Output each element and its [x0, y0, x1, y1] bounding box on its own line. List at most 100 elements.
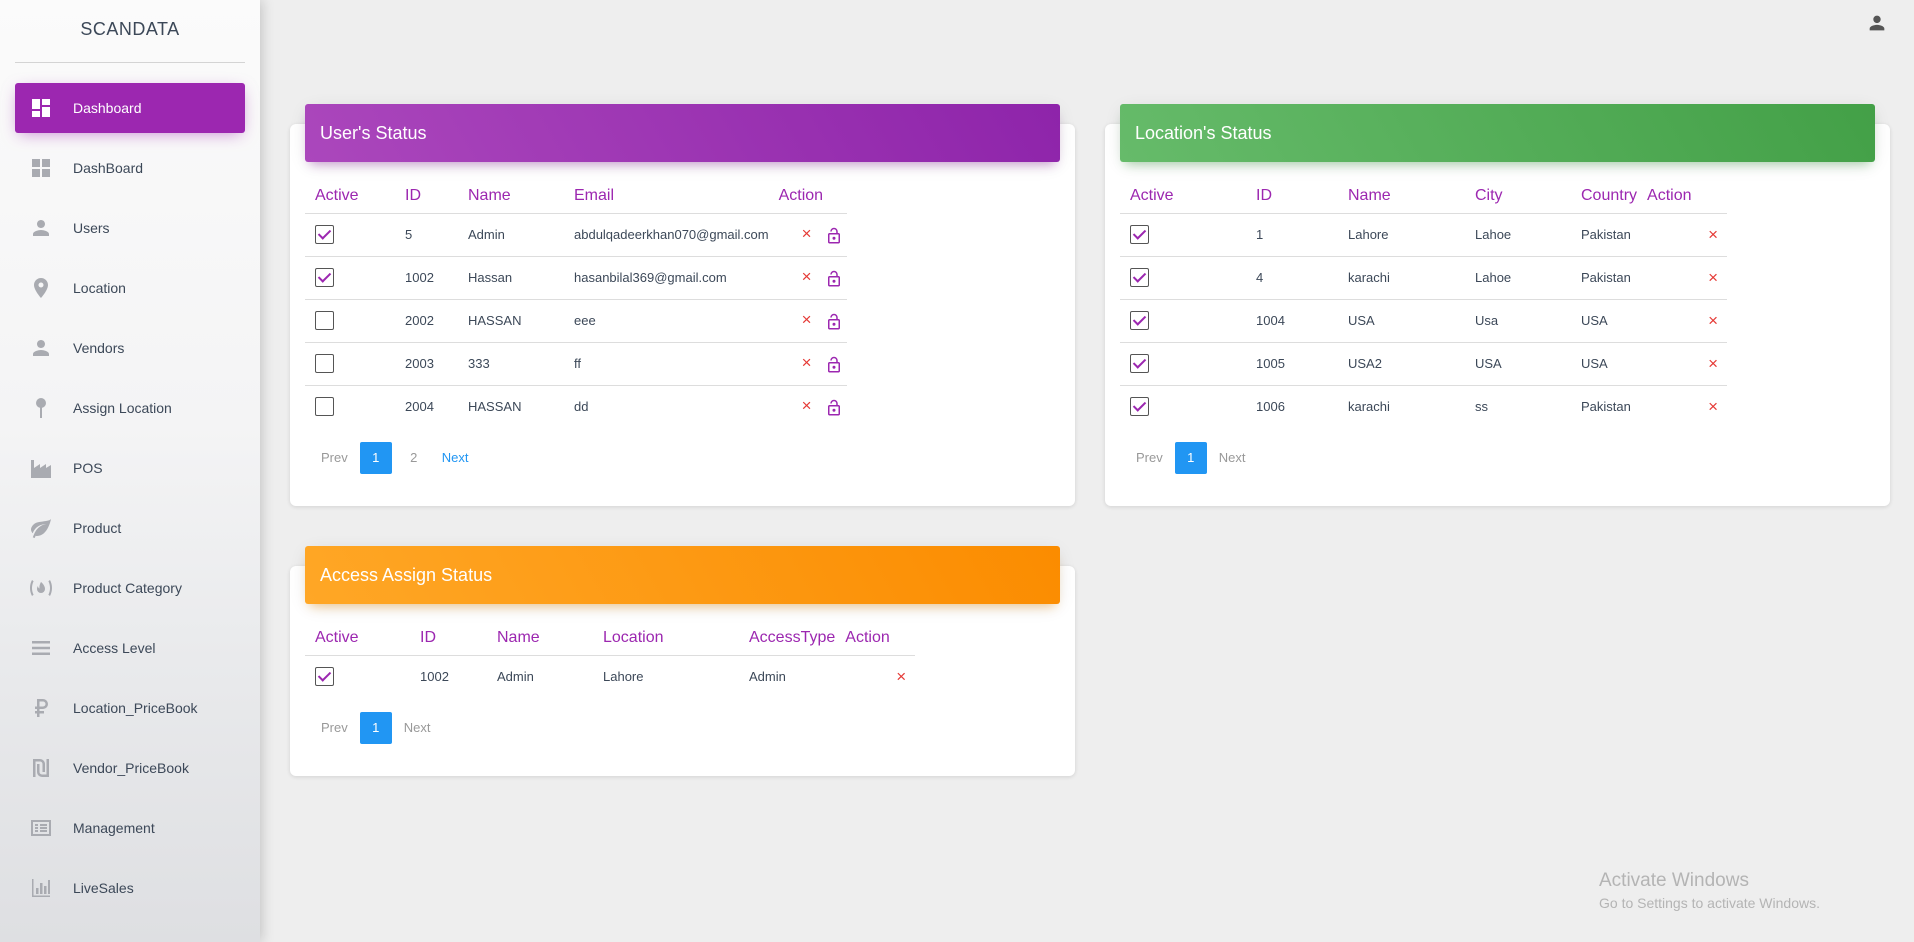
person-icon	[29, 216, 53, 240]
sidebar-item-dashboard[interactable]: Dashboard	[15, 83, 245, 133]
cell-city: Lahoe	[1465, 213, 1571, 257]
pin-icon	[29, 396, 53, 420]
sidebar-item-label: Product	[73, 520, 122, 536]
sidebar-item-vendor-pricebook[interactable]: Vendor_PriceBook	[15, 743, 245, 793]
bar-chart-icon	[29, 876, 53, 900]
active-checkbox[interactable]	[1130, 311, 1149, 330]
active-checkbox[interactable]	[315, 667, 334, 687]
cell-id: 2002	[395, 299, 458, 343]
cell-city: USA	[1465, 342, 1571, 386]
delete-icon[interactable]: ×	[1703, 397, 1723, 417]
delete-icon[interactable]: ×	[797, 396, 817, 416]
active-checkbox[interactable]	[315, 354, 334, 373]
sidebar-item-livesales[interactable]: LiveSales	[15, 863, 245, 913]
delete-icon[interactable]: ×	[1703, 354, 1723, 374]
unlock-icon[interactable]	[823, 227, 843, 245]
active-checkbox[interactable]	[315, 225, 334, 244]
table-row: 1004 USA Usa USA ×	[1120, 299, 1728, 343]
cell-country: Pakistan	[1581, 399, 1631, 415]
delete-icon[interactable]: ×	[1703, 225, 1723, 245]
cell-country: Pakistan	[1571, 213, 1638, 257]
col-name: Name	[487, 621, 593, 656]
pagination: Prev 1 2 Next	[315, 442, 480, 474]
sidebar-item-vendors[interactable]: Vendors	[15, 323, 245, 373]
active-checkbox[interactable]	[1130, 397, 1149, 417]
cell-name: Hassan	[458, 256, 564, 300]
cell-name: USA	[1338, 299, 1465, 343]
prev-button[interactable]: Prev	[315, 442, 354, 474]
watermark-subtitle: Go to Settings to activate Windows.	[1599, 895, 1820, 911]
delete-icon[interactable]: ×	[891, 667, 911, 687]
cell-name: karachi	[1348, 399, 1390, 415]
col-email: Email	[564, 179, 769, 214]
delete-icon[interactable]: ×	[797, 310, 817, 330]
col-active: Active	[305, 179, 395, 214]
sidebar-item-product-category[interactable]: Product Category	[15, 563, 245, 613]
sidebar-item-label: Location_PriceBook	[73, 700, 198, 716]
sidebar-item-location-pricebook[interactable]: Location_PriceBook	[15, 683, 245, 733]
sidebar-item-access-level[interactable]: Access Level	[15, 623, 245, 673]
shekel-icon	[29, 756, 53, 780]
delete-icon[interactable]: ×	[797, 353, 817, 373]
sidebar-item-assign-location[interactable]: Assign Location	[15, 383, 245, 433]
next-button[interactable]: Next	[436, 442, 475, 474]
prev-button[interactable]: Prev	[315, 712, 354, 744]
prev-button[interactable]: Prev	[1130, 442, 1169, 474]
cell-id: 1002	[395, 256, 458, 300]
active-checkbox[interactable]	[1130, 268, 1149, 287]
delete-icon[interactable]: ×	[1703, 311, 1723, 331]
cell-city: ss	[1475, 399, 1488, 415]
delete-icon[interactable]: ×	[1703, 268, 1723, 288]
next-button[interactable]: Next	[1213, 442, 1252, 474]
sidebar-item-label: Vendor_PriceBook	[73, 760, 189, 776]
active-checkbox[interactable]	[315, 397, 334, 417]
cell-country: Pakistan	[1571, 256, 1638, 300]
active-checkbox[interactable]	[1130, 354, 1149, 373]
active-checkbox[interactable]	[315, 311, 334, 330]
unlock-icon[interactable]	[823, 399, 843, 417]
sidebar-item-dashboard-alt[interactable]: DashBoard	[15, 143, 245, 193]
cell-name: HASSAN	[458, 299, 564, 343]
ruble-icon	[29, 696, 53, 720]
cell-id: 2004	[405, 399, 434, 415]
col-action: Action	[768, 179, 847, 214]
sidebar-item-product[interactable]: Product	[15, 503, 245, 553]
page-1-button[interactable]: 1	[1174, 442, 1207, 474]
sidebar-item-label: POS	[73, 460, 103, 476]
table-row: 5 Admin abdulqadeerkhan070@gmail.com ×	[305, 213, 847, 257]
sidebar-item-location[interactable]: Location	[15, 263, 245, 313]
cell-email: hasanbilal369@gmail.com	[564, 256, 769, 300]
table-row: 1002 Hassan hasanbilal369@gmail.com ×	[305, 256, 847, 300]
unlock-icon[interactable]	[823, 313, 843, 331]
page-1-button[interactable]: 1	[359, 712, 392, 744]
cell-id: 1002	[420, 669, 449, 685]
cell-name: HASSAN	[468, 399, 522, 415]
next-button[interactable]: Next	[398, 712, 437, 744]
page-1-button[interactable]: 1	[359, 442, 392, 474]
table-row: 1006 karachi ss Pakistan ×	[1120, 385, 1727, 428]
delete-icon[interactable]: ×	[797, 267, 817, 287]
card-title: User's Status	[305, 104, 1060, 162]
col-active: Active	[1120, 179, 1246, 214]
sidebar-item-label: Management	[73, 820, 155, 836]
unlock-icon[interactable]	[823, 356, 843, 374]
sidebar-item-users[interactable]: Users	[15, 203, 245, 253]
brand-logo[interactable]: SCANDATA	[0, 0, 260, 63]
active-checkbox[interactable]	[315, 268, 334, 287]
cell-city: Usa	[1465, 299, 1571, 343]
col-name: Name	[458, 179, 564, 214]
active-checkbox[interactable]	[1130, 225, 1149, 244]
factory-icon	[29, 456, 53, 480]
sidebar-item-management[interactable]: Management	[15, 803, 245, 853]
delete-icon[interactable]: ×	[797, 224, 817, 244]
account-icon[interactable]	[1866, 12, 1888, 34]
sidebar-item-pos[interactable]: POS	[15, 443, 245, 493]
cell-name: Admin	[458, 213, 564, 257]
cell-id: 5	[395, 213, 458, 257]
cell-name: Admin	[497, 669, 534, 685]
cell-email: dd	[574, 399, 589, 415]
page-2-button[interactable]: 2	[398, 442, 430, 474]
unlock-icon[interactable]	[823, 270, 843, 288]
cell-name: Lahore	[1338, 213, 1465, 257]
access-table: Active ID Name Location AccessType Actio…	[305, 621, 916, 698]
